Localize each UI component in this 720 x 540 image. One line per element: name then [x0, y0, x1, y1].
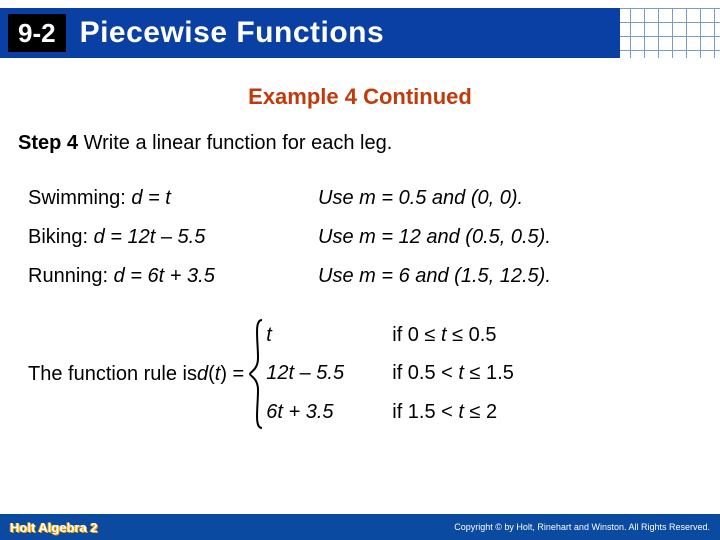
piece-cond: if 0 ≤ t ≤ 0.5 [392, 324, 514, 347]
footer-copyright: Copyright © by Holt, Rinehart and Winsto… [454, 522, 710, 532]
piece-expr: 12t – 5.5 [266, 362, 384, 385]
piece-cond: if 0.5 < t ≤ 1.5 [392, 362, 514, 385]
leg-biking: Biking: d = 12t – 5.5 [28, 226, 318, 249]
leg-swimming: Swimming: d = t [28, 187, 318, 210]
step-line: Step 4 Write a linear function for each … [18, 132, 694, 155]
footer-bar: Holt Algebra 2 Copyright © by Holt, Rine… [0, 514, 720, 540]
leg-var: d [94, 226, 105, 248]
function-rule: The function rule is d( t ) = t if 0 ≤ t ≤… [28, 318, 694, 430]
leg-eq: = 12t – 5.5 [105, 226, 206, 248]
leg-name: Running: [28, 265, 114, 287]
legs-table: Swimming: d = t Use m = 0.5 and (0, 0). … [28, 187, 694, 288]
left-brace-icon [248, 318, 266, 430]
slide-content: Step 4 Write a linear function for each … [0, 110, 720, 430]
leg-eq: = t [142, 187, 170, 209]
lesson-title: Piecewise Functions [80, 16, 385, 50]
footer-book-title: Holt Algebra 2 [10, 520, 98, 535]
rule-fn-name: d [197, 363, 208, 386]
step-label: Step 4 [18, 132, 78, 154]
leg-name: Swimming: [28, 187, 131, 209]
rule-paren: ( [208, 363, 215, 386]
piece-expr: 6t + 3.5 [266, 401, 384, 424]
lesson-number-badge: 9-2 [8, 14, 66, 52]
leg-eq: = 6t + 3.5 [125, 265, 215, 287]
leg-running: Running: d = 6t + 3.5 [28, 265, 318, 288]
piece-expr: t [266, 324, 384, 347]
piece-cond: if 1.5 < t ≤ 2 [392, 401, 514, 424]
title-bar: 9-2 Piecewise Functions [0, 8, 620, 58]
leg-running-hint: Use m = 6 and (1.5, 12.5). [318, 265, 694, 288]
step-text: Write a linear function for each leg. [78, 132, 392, 154]
leg-var: d [114, 265, 125, 287]
leg-swimming-hint: Use m = 0.5 and (0, 0). [318, 187, 694, 210]
rule-prefix: The function rule is [28, 363, 197, 386]
example-subtitle: Example 4 Continued [0, 84, 720, 110]
leg-biking-hint: Use m = 12 and (0.5, 0.5). [318, 226, 694, 249]
piecewise-grid: t if 0 ≤ t ≤ 0.5 12t – 5.5 if 0.5 < t ≤ … [266, 318, 514, 430]
header-bar: 9-2 Piecewise Functions [0, 0, 720, 66]
rule-eq: ) = [220, 363, 244, 386]
leg-var: d [131, 187, 142, 209]
leg-name: Biking: [28, 226, 94, 248]
